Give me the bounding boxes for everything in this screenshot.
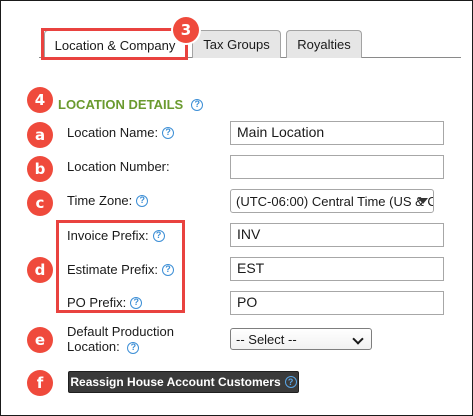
location-name-label: Location Name: ? — [67, 125, 175, 140]
help-icon[interactable]: ? — [284, 376, 297, 388]
default-production-location-select[interactable]: -- Select -- — [230, 328, 372, 350]
section-heading: LOCATION DETAILS ? — [58, 97, 204, 112]
help-icon[interactable]: ? — [130, 296, 143, 309]
po-prefix-input[interactable]: PO — [230, 291, 444, 315]
invoice-prefix-label: Invoice Prefix: ? — [67, 228, 165, 243]
step-marker-e: e — [27, 327, 53, 353]
select-value: -- Select -- — [236, 331, 297, 347]
help-icon[interactable]: ? — [136, 194, 149, 207]
section-title: LOCATION DETAILS — [58, 97, 184, 112]
location-name-input[interactable]: Main Location — [230, 121, 444, 145]
tab-label: Location & Company — [54, 37, 176, 53]
chevron-down-icon — [352, 333, 364, 345]
po-prefix-label: PO Prefix: ? — [67, 295, 143, 310]
step-marker-4: 4 — [27, 87, 53, 113]
time-zone-label: Time Zone: ? — [67, 193, 149, 208]
field-label: Location Number: — [67, 159, 170, 174]
tab-tax-groups[interactable]: Tax Groups — [192, 30, 281, 58]
step-marker-3: 3 — [173, 17, 199, 43]
step-marker-d: d — [27, 257, 53, 283]
settings-panel: Location & Company Tax Groups Royalties … — [0, 0, 473, 416]
field-label: Time Zone: — [67, 193, 133, 208]
location-number-input[interactable] — [230, 155, 444, 179]
help-icon[interactable]: ? — [162, 263, 175, 276]
field-label-line2-wrap: Location: ? — [67, 339, 174, 354]
help-icon[interactable]: ? — [127, 341, 140, 354]
location-number-label: Location Number: — [67, 159, 170, 174]
field-label: Invoice Prefix: — [67, 228, 149, 243]
estimate-prefix-input[interactable]: EST — [230, 257, 444, 281]
help-icon[interactable]: ? — [152, 229, 165, 242]
field-label-line1: Default Production — [67, 324, 174, 339]
help-icon[interactable]: ? — [191, 98, 204, 111]
estimate-prefix-label: Estimate Prefix: ? — [67, 262, 175, 277]
tab-label: Royalties — [297, 37, 351, 52]
time-zone-value: (UTC-06:00) Central Time (US & Canada) — [236, 193, 433, 209]
reassign-house-account-customers-button[interactable]: Reassign House Account Customers ? — [68, 371, 299, 393]
step-marker-b: b — [27, 156, 53, 182]
field-label: Location Name: — [67, 125, 159, 140]
default-production-location-label: Default Production Location: ? — [67, 324, 174, 354]
field-label: Estimate Prefix: — [67, 262, 159, 277]
step-marker-c: c — [27, 190, 53, 216]
dropdown-arrow-icon — [418, 198, 428, 204]
field-label: PO Prefix: — [67, 295, 127, 310]
step-marker-a: a — [27, 122, 53, 148]
tab-royalties[interactable]: Royalties — [286, 30, 362, 58]
time-zone-select[interactable]: (UTC-06:00) Central Time (US & Canada) — [230, 189, 434, 213]
step-marker-f: f — [27, 370, 53, 396]
help-icon[interactable]: ? — [162, 126, 175, 139]
tab-location-company[interactable]: Location & Company — [44, 30, 186, 59]
tab-label: Tax Groups — [203, 37, 270, 52]
invoice-prefix-input[interactable]: INV — [230, 223, 444, 247]
button-label: Reassign House Account Customers — [70, 375, 281, 389]
field-label-line2: Location: — [67, 339, 120, 354]
